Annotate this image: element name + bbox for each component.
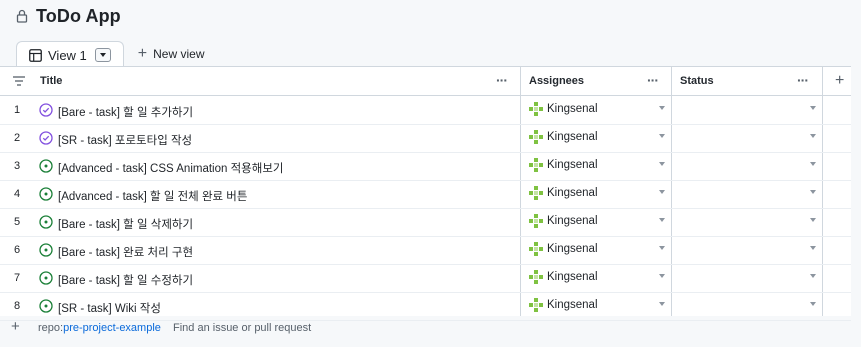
issue-title-link[interactable]: [Advanced - task] 할 일 전체 완료 버튼 — [58, 188, 247, 204]
issue-title-link[interactable]: [Bare - task] 완료 처리 구현 — [58, 244, 193, 260]
assignee-cell[interactable]: Kingsenal — [529, 242, 598, 256]
assignee-dropdown-icon[interactable] — [659, 190, 665, 194]
avatar — [529, 214, 543, 228]
assignee-name: Kingsenal — [547, 103, 598, 115]
issue-title-link[interactable]: [Bare - task] 할 일 삭제하기 — [58, 216, 193, 232]
plus-icon: + — [137, 45, 148, 62]
avatar — [529, 158, 543, 172]
assignee-cell[interactable]: Kingsenal — [529, 158, 598, 172]
project-title: ToDo App — [36, 5, 121, 26]
table-row[interactable]: 7 [Bare - task] 할 일 수정하기 Kingsenal — [0, 264, 851, 293]
find-issue-input[interactable]: Find an issue or pull request — [173, 322, 311, 334]
new-view-label: New view — [153, 47, 205, 61]
assignee-cell[interactable]: Kingsenal — [529, 130, 598, 144]
assignee-cell[interactable]: Kingsenal — [529, 214, 598, 228]
avatar — [529, 102, 543, 116]
assignee-name: Kingsenal — [547, 243, 598, 255]
table-row[interactable]: 3 [Advanced - task] CSS Animation 적용해보기 … — [0, 152, 851, 181]
row-number: 6 — [14, 244, 21, 256]
row-number: 1 — [14, 104, 21, 116]
row-number: 5 — [14, 216, 21, 228]
assignee-name: Kingsenal — [547, 271, 598, 283]
table-header: Title ··· Assignees ··· Status ··· + — [0, 67, 851, 96]
issue-title-link[interactable]: [SR - task] Wiki 작성 — [58, 300, 161, 316]
filter-icon[interactable] — [13, 67, 25, 95]
project-table: Title ··· Assignees ··· Status ··· + 1 [… — [0, 66, 851, 321]
view-tabs: View 1 + New view — [16, 40, 215, 68]
assignee-cell[interactable]: Kingsenal — [529, 270, 598, 284]
status-dropdown-icon[interactable] — [810, 246, 816, 250]
column-status[interactable]: Status — [680, 67, 714, 95]
assignees-column-menu-icon[interactable]: ··· — [647, 73, 659, 87]
status-dropdown-icon[interactable] — [810, 302, 816, 306]
row-number: 7 — [14, 272, 21, 284]
status-dropdown-icon[interactable] — [810, 162, 816, 166]
add-item-bar[interactable]: + repo:pre-project-example Find an issue… — [0, 316, 851, 340]
table-icon — [29, 48, 42, 62]
repo-name: pre-project-example — [63, 322, 161, 334]
add-field-button[interactable]: + — [835, 67, 844, 95]
table-row[interactable]: 4 [Advanced - task] 할 일 전체 완료 버튼 Kingsen… — [0, 180, 851, 209]
title-column-menu-icon[interactable]: ··· — [496, 73, 508, 87]
avatar — [529, 186, 543, 200]
new-view-button[interactable]: + New view — [124, 45, 215, 67]
table-row[interactable]: 5 [Bare - task] 할 일 삭제하기 Kingsenal — [0, 208, 851, 237]
assignee-dropdown-icon[interactable] — [659, 218, 665, 222]
issue-title-link[interactable]: [Advanced - task] CSS Animation 적용해보기 — [58, 160, 283, 176]
issue-title-link[interactable]: [Bare - task] 할 일 수정하기 — [58, 272, 193, 288]
tab-label: View 1 — [48, 47, 87, 63]
table-row[interactable]: 2 [SR - task] 포로토타입 작성 Kingsenal — [0, 124, 851, 153]
assignee-dropdown-icon[interactable] — [659, 134, 665, 138]
repo-prefix: repo: — [38, 322, 64, 334]
issue-closed-icon — [39, 103, 53, 117]
add-item-icon[interactable]: + — [11, 318, 20, 335]
row-number: 2 — [14, 132, 21, 144]
issue-title-link[interactable]: [Bare - task] 할 일 추가하기 — [58, 104, 193, 120]
avatar — [529, 130, 543, 144]
assignee-name: Kingsenal — [547, 299, 598, 311]
issue-open-icon — [39, 159, 53, 173]
issue-open-icon — [39, 243, 53, 257]
assignee-dropdown-icon[interactable] — [659, 274, 665, 278]
row-number: 3 — [14, 160, 21, 172]
assignee-dropdown-icon[interactable] — [659, 106, 665, 110]
table-row[interactable]: 6 [Bare - task] 완료 처리 구현 Kingsenal — [0, 236, 851, 265]
assignee-cell[interactable]: Kingsenal — [529, 298, 598, 312]
row-number: 4 — [14, 188, 21, 200]
view-options-button[interactable] — [94, 48, 111, 62]
status-dropdown-icon[interactable] — [810, 134, 816, 138]
issue-closed-icon — [39, 131, 53, 145]
assignee-name: Kingsenal — [547, 159, 598, 171]
chevron-down-icon — [99, 53, 106, 57]
assignee-name: Kingsenal — [547, 187, 598, 199]
issue-open-icon — [39, 215, 53, 229]
app-header: ToDo App — [16, 6, 121, 26]
avatar — [529, 270, 543, 284]
tab-view-1[interactable]: View 1 — [16, 41, 124, 68]
issue-open-icon — [39, 299, 53, 313]
status-dropdown-icon[interactable] — [810, 190, 816, 194]
assignee-dropdown-icon[interactable] — [659, 246, 665, 250]
column-assignees[interactable]: Assignees — [529, 67, 584, 95]
assignee-dropdown-icon[interactable] — [659, 302, 665, 306]
assignee-cell[interactable]: Kingsenal — [529, 186, 598, 200]
avatar — [529, 298, 543, 312]
repo-filter[interactable]: repo:pre-project-example — [38, 322, 161, 334]
issue-title-link[interactable]: [SR - task] 포로토타입 작성 — [58, 132, 192, 148]
lock-icon — [16, 9, 28, 23]
status-dropdown-icon[interactable] — [810, 274, 816, 278]
issue-open-icon — [39, 271, 53, 285]
column-title[interactable]: Title — [40, 67, 62, 95]
assignee-dropdown-icon[interactable] — [659, 162, 665, 166]
assignee-name: Kingsenal — [547, 215, 598, 227]
assignee-cell[interactable]: Kingsenal — [529, 102, 598, 116]
avatar — [529, 242, 543, 256]
issue-open-icon — [39, 187, 53, 201]
status-column-menu-icon[interactable]: ··· — [797, 73, 809, 87]
status-dropdown-icon[interactable] — [810, 106, 816, 110]
table-row[interactable]: 1 [Bare - task] 할 일 추가하기 Kingsenal — [0, 96, 851, 125]
assignee-name: Kingsenal — [547, 131, 598, 143]
row-number: 8 — [14, 300, 21, 312]
status-dropdown-icon[interactable] — [810, 218, 816, 222]
